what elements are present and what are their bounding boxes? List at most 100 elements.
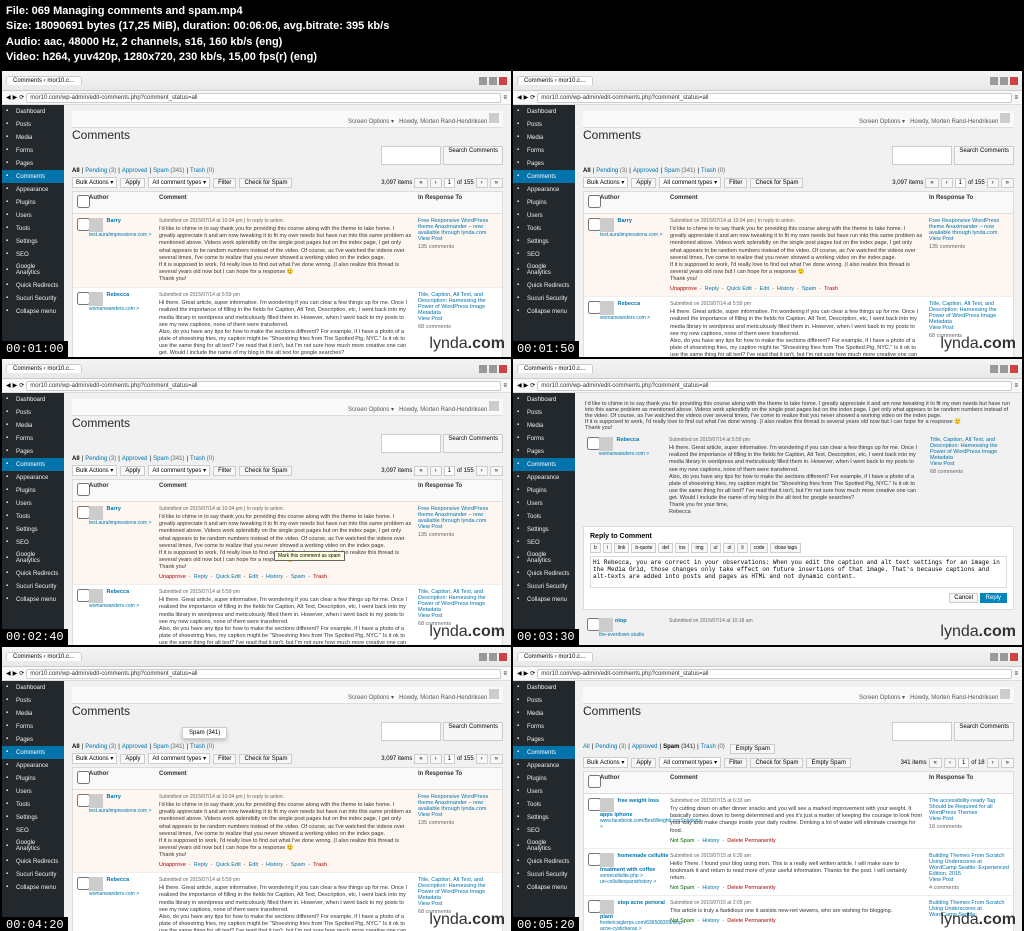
view-post-link[interactable]: View Post	[418, 316, 442, 322]
sidebar-item-comments[interactable]: ▪Comments	[513, 170, 575, 183]
filter-trash[interactable]: Trash (0)	[190, 456, 214, 462]
author-name[interactable]: Rebecca	[107, 877, 130, 883]
search-button[interactable]: Search Comments	[443, 722, 503, 741]
sidebar-item-posts[interactable]: ▪Posts	[513, 406, 575, 419]
back-icon[interactable]: ◀	[6, 94, 11, 101]
sidebar-item-tools[interactable]: ▪Tools	[2, 222, 64, 235]
sidebar-item-tools[interactable]: ▪Tools	[2, 510, 64, 523]
filter-spam[interactable]: Spam (341)	[153, 168, 184, 174]
sidebar-item-sucuri-security[interactable]: ▪Sucuri Security	[2, 292, 64, 305]
sidebar-item-sucuri-security[interactable]: ▪Sucuri Security	[513, 868, 575, 881]
filter-spam[interactable]: Spam (341)	[153, 456, 184, 462]
avatar[interactable]	[1000, 113, 1010, 123]
sidebar-item-settings[interactable]: ▪Settings	[513, 811, 575, 824]
bulk-actions-select[interactable]: Bulk Actions ▾	[72, 465, 117, 476]
quickedit-link[interactable]: Quick Edit	[216, 574, 241, 580]
sidebar-item-users[interactable]: ▪Users	[513, 497, 575, 510]
view-post-link[interactable]: View Post	[930, 461, 954, 467]
sidebar-item-pages[interactable]: ▪Pages	[513, 445, 575, 458]
filter-all[interactable]: All	[583, 744, 590, 754]
col-response[interactable]: In Response To	[418, 771, 498, 786]
page-last[interactable]: »	[490, 466, 503, 476]
sidebar-item-seo[interactable]: ▪SEO	[513, 248, 575, 261]
filter-all[interactable]: All	[72, 168, 80, 174]
sidebar-item-collapse-menu[interactable]: ▪Collapse menu	[513, 593, 575, 606]
back-icon[interactable]: ◀	[517, 670, 522, 677]
filter-button[interactable]: Filter	[724, 758, 747, 768]
toolbar-close tags[interactable]: close tags	[770, 543, 801, 553]
maximize-icon[interactable]	[1000, 653, 1008, 661]
filter-approved[interactable]: Approved	[633, 168, 659, 174]
avatar[interactable]	[1000, 689, 1010, 699]
sidebar-item-sucuri-security[interactable]: ▪Sucuri Security	[513, 292, 575, 305]
author-link[interactable]: womanwanders.com >	[89, 306, 139, 312]
screen-options[interactable]: Screen Options ▾	[859, 695, 905, 701]
filter-spam[interactable]: Spam (341)	[153, 744, 184, 750]
sidebar-item-comments[interactable]: ▪Comments	[2, 170, 64, 183]
sidebar-item-forms[interactable]: ▪Forms	[2, 432, 64, 445]
search-input[interactable]	[892, 722, 952, 741]
cancel-button[interactable]: Cancel	[949, 593, 978, 603]
sidebar-item-sucuri-security[interactable]: ▪Sucuri Security	[513, 580, 575, 593]
sidebar-item-users[interactable]: ▪Users	[2, 785, 64, 798]
address-bar[interactable]: mor10.com/wp-admin/edit-comments.php?com…	[537, 381, 1012, 391]
filter-approved[interactable]: Approved	[122, 456, 148, 462]
page-first[interactable]: «	[925, 178, 938, 188]
page-next[interactable]: ›	[476, 466, 488, 476]
page-input[interactable]: 1	[958, 758, 969, 768]
sidebar-item-seo[interactable]: ▪SEO	[2, 536, 64, 549]
sidebar-item-tools[interactable]: ▪Tools	[2, 798, 64, 811]
address-bar[interactable]: mor10.com/wp-admin/edit-comments.php?com…	[26, 93, 501, 103]
col-response[interactable]: In Response To	[929, 195, 1009, 210]
author-link[interactable]: test.auralimpressions.com >	[89, 232, 151, 238]
sidebar-item-seo[interactable]: ▪SEO	[513, 536, 575, 549]
sidebar-item-dashboard[interactable]: ▪Dashboard	[2, 681, 64, 694]
reload-icon[interactable]: ⟳	[530, 94, 535, 101]
view-post-link[interactable]: View Post	[929, 325, 953, 331]
author-link[interactable]: womanwanders.com >	[599, 451, 649, 457]
toolbar-ol[interactable]: ol	[723, 543, 735, 553]
sidebar-item-tools[interactable]: ▪Tools	[513, 222, 575, 235]
page-next[interactable]: ›	[476, 178, 488, 188]
minimize-icon[interactable]	[990, 653, 998, 661]
view-post-link[interactable]: View Post	[418, 236, 442, 242]
page-prev[interactable]: ‹	[941, 178, 953, 188]
sidebar-item-appearance[interactable]: ▪Appearance	[2, 471, 64, 484]
col-response[interactable]: In Response To	[929, 775, 1009, 790]
col-comment[interactable]: Comment	[159, 483, 418, 498]
page-first[interactable]: «	[414, 466, 427, 476]
browser-tab[interactable]: Comments ‹ mor10.c…	[517, 76, 593, 85]
sidebar-item-appearance[interactable]: ▪Appearance	[2, 183, 64, 196]
filter-approved[interactable]: Approved	[122, 168, 148, 174]
empty-spam-button[interactable]: Empty Spam	[806, 758, 850, 768]
sidebar-item-posts[interactable]: ▪Posts	[513, 694, 575, 707]
maximize-icon[interactable]	[489, 653, 497, 661]
page-prev[interactable]: ‹	[944, 758, 956, 768]
comment-types-select[interactable]: All comment types ▾	[659, 177, 721, 188]
page-prev[interactable]: ‹	[430, 466, 442, 476]
sidebar-item-comments[interactable]: ▪Comments	[2, 746, 64, 759]
post-link[interactable]: Free Responsive WordPress theme Anaximan…	[929, 218, 999, 236]
col-response[interactable]: In Response To	[418, 195, 498, 210]
delete-link[interactable]: Delete Permanently	[727, 918, 775, 924]
author-name[interactable]: Barry	[107, 794, 121, 800]
reload-icon[interactable]: ⟳	[530, 382, 535, 389]
close-icon[interactable]	[499, 77, 507, 85]
sidebar-item-google-analytics[interactable]: ▪Google Analytics	[2, 549, 64, 567]
forward-icon[interactable]: ▶	[524, 670, 529, 677]
col-comment[interactable]: Comment	[159, 771, 418, 786]
sidebar-item-posts[interactable]: ▪Posts	[513, 118, 575, 131]
page-last[interactable]: »	[1001, 758, 1014, 768]
sidebar-item-forms[interactable]: ▪Forms	[2, 144, 64, 157]
sidebar-item-quick-redirects[interactable]: ▪Quick Redirects	[513, 279, 575, 292]
reload-icon[interactable]: ⟳	[19, 670, 24, 677]
page-input[interactable]: 1	[444, 754, 455, 764]
sidebar-item-quick-redirects[interactable]: ▪Quick Redirects	[2, 855, 64, 868]
page-input[interactable]: 1	[955, 178, 966, 188]
spam-link[interactable]: Spam	[291, 862, 305, 868]
bulk-actions-select[interactable]: Bulk Actions ▾	[583, 177, 628, 188]
sidebar-item-seo[interactable]: ▪SEO	[513, 824, 575, 837]
post-link[interactable]: Title, Caption, Alt Text, and Descriptio…	[418, 877, 486, 901]
sidebar-item-pages[interactable]: ▪Pages	[2, 733, 64, 746]
page-last[interactable]: »	[490, 178, 503, 188]
